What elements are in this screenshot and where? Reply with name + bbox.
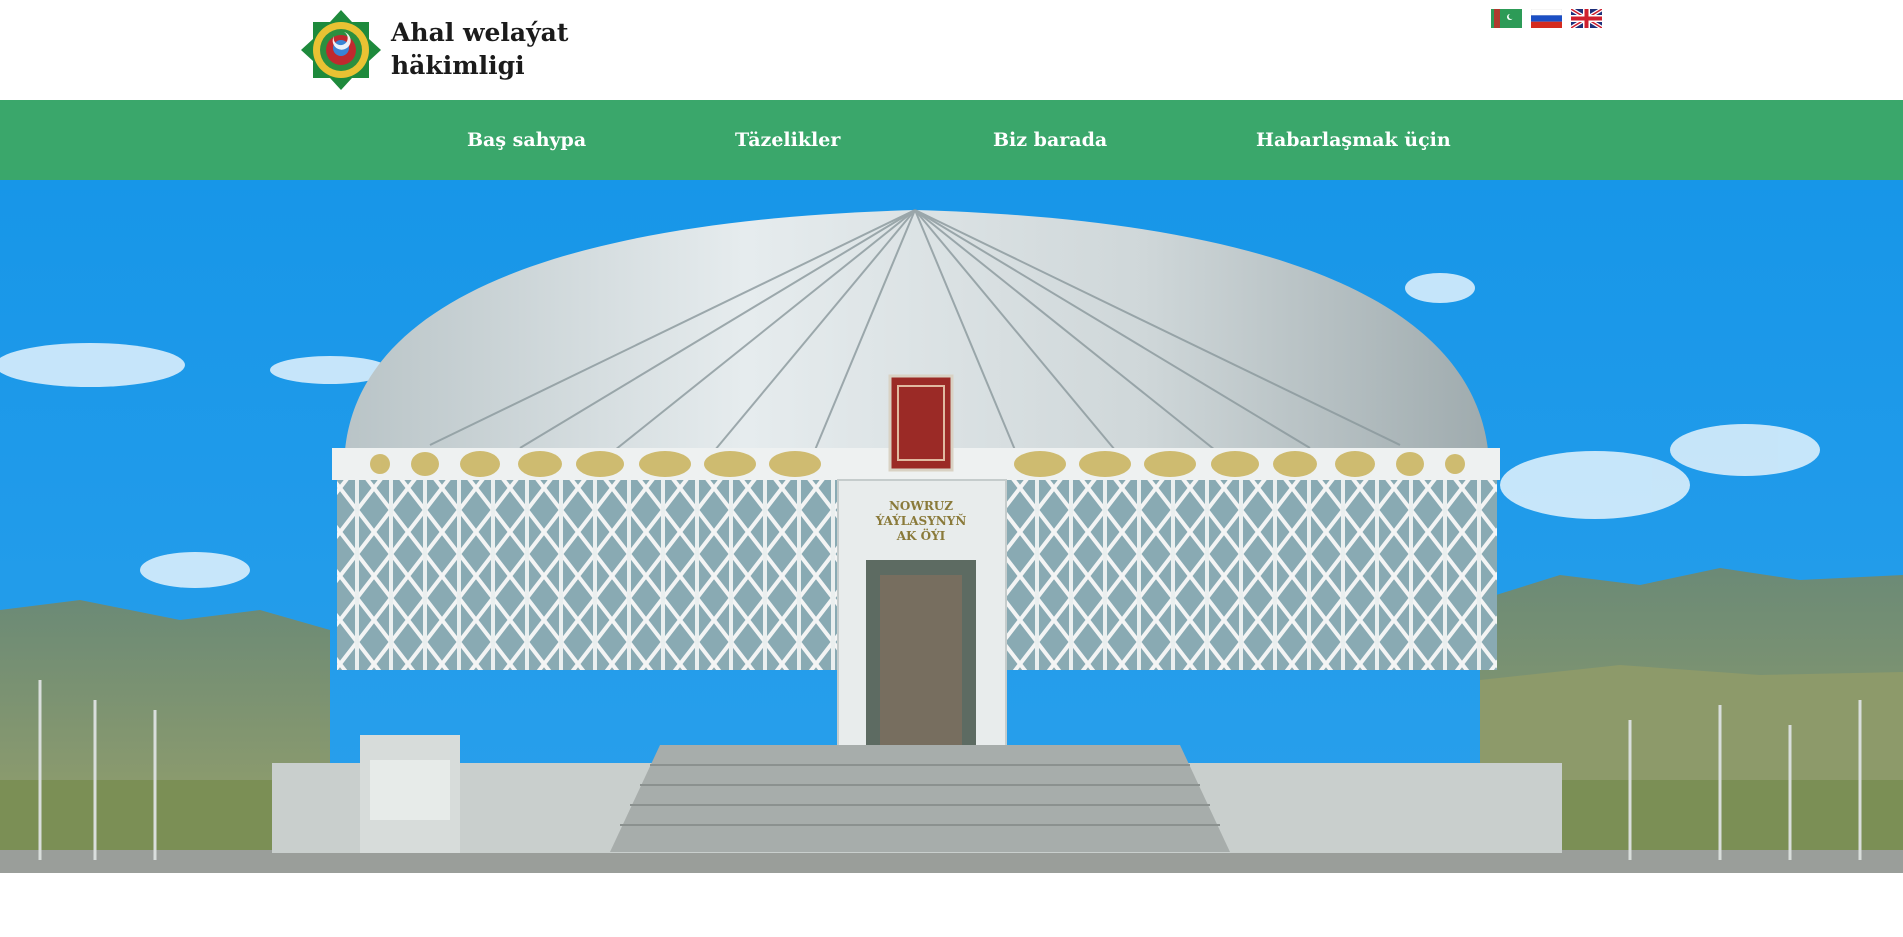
building-sign-line2: ÝAÝLASYNYŇ — [875, 513, 967, 528]
nav-item-news[interactable]: Täzelikler — [735, 100, 840, 180]
nav-item-about[interactable]: Biz barada — [993, 100, 1107, 180]
site-title[interactable]: Ahal welaýat häkimligi — [391, 16, 568, 82]
turkmenistan-flag-icon[interactable] — [1491, 9, 1522, 28]
site-header: Ahal welaýat häkimligi — [0, 0, 1903, 100]
site-title-line1: Ahal welaýat — [391, 18, 569, 47]
nav-item-contact[interactable]: Habarlaşmak üçin — [1256, 100, 1451, 180]
nav-item-home[interactable]: Baş sahypa — [467, 100, 586, 180]
hero-banner: NOWRUZ ÝAÝLASYNYŇ AK ÖÝI — [0, 180, 1903, 873]
language-switcher — [1491, 9, 1602, 28]
hero-image: NOWRUZ ÝAÝLASYNYŇ AK ÖÝI — [0, 180, 1903, 873]
russia-flag-icon[interactable] — [1531, 9, 1562, 28]
building-sign-line1: NOWRUZ — [889, 499, 953, 513]
site-title-line2: häkimligi — [391, 51, 525, 80]
building-sign-line3: AK ÖÝI — [896, 527, 946, 543]
main-navigation: Baş sahypa Täzelikler Biz barada Habarla… — [0, 100, 1903, 180]
uk-flag-icon[interactable] — [1571, 9, 1602, 28]
emblem-logo-icon[interactable] — [301, 10, 381, 90]
